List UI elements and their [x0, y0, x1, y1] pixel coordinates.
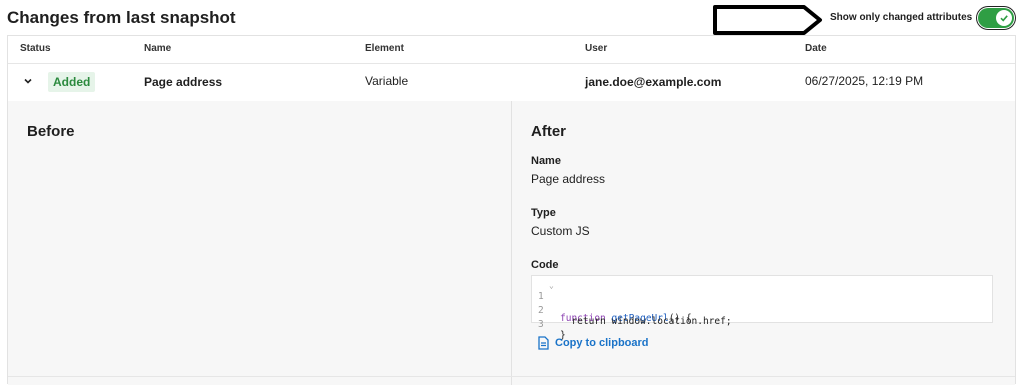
code-text: return window.location.href;: [560, 316, 732, 327]
toggle-label: Show only changed attributes: [830, 12, 973, 23]
page-title: Changes from last snapshot: [7, 8, 236, 27]
row-date: 06/27/2025, 12:19 PM: [805, 74, 924, 88]
change-detail-panel: Before After Name Page address Type Cust…: [8, 101, 1015, 385]
code-block: 1 ⌄ function getPageUrl() { 2 return win…: [531, 275, 993, 341]
annotation-callout: [713, 5, 822, 35]
column-header-name: Name: [144, 43, 172, 54]
code-line: 3 }: [532, 308, 578, 341]
changes-table: Status Name Element User Date Added Page…: [7, 35, 1016, 385]
line-number: 3: [538, 319, 544, 330]
table-row[interactable]: Added Page address Variable jane.doe@exa…: [8, 63, 1015, 102]
row-user: jane.doe@example.com: [585, 75, 722, 89]
changed-attributes-toggle[interactable]: [978, 8, 1014, 28]
after-heading: After: [531, 123, 567, 140]
document-copy-icon: [538, 336, 549, 350]
name-field-value: Page address: [531, 172, 606, 186]
chevron-down-icon[interactable]: [21, 74, 35, 88]
before-heading: Before: [27, 123, 75, 140]
copy-label: Copy to clipboard: [555, 337, 649, 349]
type-field-value: Custom JS: [531, 224, 590, 238]
column-header-element: Element: [365, 43, 404, 54]
row-name: Page address: [144, 75, 223, 89]
type-field-label: Type: [531, 207, 556, 219]
column-header-user: User: [585, 43, 608, 54]
code-line: 1 ⌄ function getPageUrl() {: [532, 280, 692, 324]
fold-chevron-icon[interactable]: ⌄: [549, 281, 554, 290]
name-field-label: Name: [531, 155, 561, 167]
column-header-status: Status: [20, 43, 51, 54]
code-field-label: Code: [531, 259, 559, 271]
copy-to-clipboard-button[interactable]: Copy to clipboard: [537, 336, 649, 350]
table-header: Status Name Element User Date: [8, 36, 1015, 64]
status-badge: Added: [48, 72, 96, 92]
panel-bottom-border: [8, 376, 1015, 377]
check-icon: [996, 10, 1012, 26]
column-header-date: Date: [805, 43, 827, 54]
row-element: Variable: [365, 74, 409, 88]
panel-divider: [511, 101, 512, 385]
code-line: 2 return window.location.href;: [532, 294, 732, 327]
